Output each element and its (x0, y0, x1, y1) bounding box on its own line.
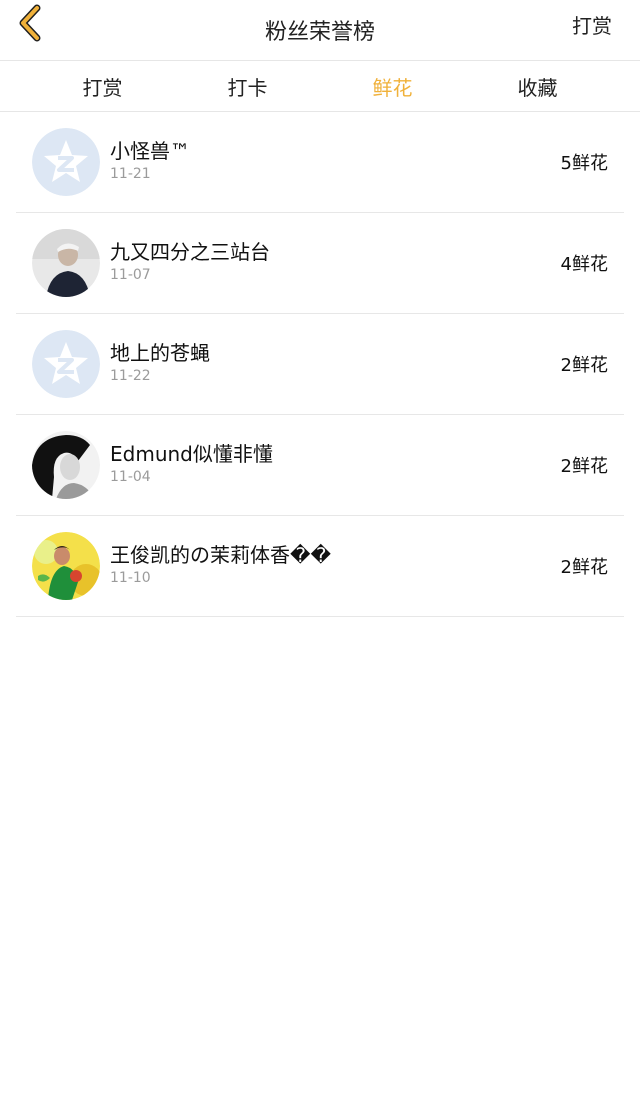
list-item[interactable]: 地上的苍蝇 11-22 2鲜花 (16, 314, 624, 415)
user-name: 地上的苍蝇 (110, 341, 210, 365)
date-label: 11-22 (110, 368, 151, 384)
avatar (32, 532, 100, 600)
user-photo-icon (32, 532, 100, 600)
reward-button[interactable]: 打赏 (572, 10, 612, 39)
avatar (32, 330, 100, 398)
date-label: 11-10 (110, 570, 151, 586)
top-bar: 粉丝荣誉榜 打赏 (0, 0, 640, 60)
list-item[interactable]: Edmund似懂非懂 11-04 2鲜花 (16, 415, 624, 516)
flower-count: 2鲜花 (560, 557, 608, 578)
qq-default-avatar-icon (32, 128, 100, 196)
user-name: 王俊凯的の茉莉体香�� (110, 543, 332, 567)
tab-checkin[interactable]: 打卡 (188, 72, 308, 101)
date-label: 11-07 (110, 267, 151, 283)
user-name: 九又四分之三站台 (110, 240, 270, 264)
user-photo-icon (32, 229, 100, 297)
tab-flowers[interactable]: 鲜花 (333, 72, 453, 101)
flower-count: 5鲜花 (560, 153, 608, 174)
user-photo-icon (32, 431, 100, 499)
page-title: 粉丝荣誉榜 (264, 20, 375, 45)
list-item[interactable]: 小怪兽™ 11-21 5鲜花 (16, 112, 624, 213)
user-name: Edmund似懂非懂 (110, 442, 273, 466)
tab-bar: 打赏 打卡 鲜花 收藏 (0, 60, 640, 112)
flower-count: 2鲜花 (560, 456, 608, 477)
date-label: 11-21 (110, 166, 151, 182)
avatar (32, 229, 100, 297)
avatar (32, 128, 100, 196)
back-button[interactable] (14, 4, 46, 46)
date-label: 11-04 (110, 469, 151, 485)
tab-reward[interactable]: 打赏 (43, 72, 163, 101)
fan-ranking-list: 小怪兽™ 11-21 5鲜花 九又四分之三站台 11-07 4鲜花 地上的苍蝇 … (0, 112, 640, 617)
flower-count: 2鲜花 (560, 355, 608, 376)
list-item[interactable]: 王俊凯的の茉莉体香�� 11-10 2鲜花 (16, 516, 624, 617)
tab-favorites[interactable]: 收藏 (478, 72, 598, 101)
list-item[interactable]: 九又四分之三站台 11-07 4鲜花 (16, 213, 624, 314)
user-name: 小怪兽™ (110, 139, 190, 163)
avatar (32, 431, 100, 499)
flower-count: 4鲜花 (560, 254, 608, 275)
qq-default-avatar-icon (32, 330, 100, 398)
chevron-left-icon (17, 4, 43, 46)
